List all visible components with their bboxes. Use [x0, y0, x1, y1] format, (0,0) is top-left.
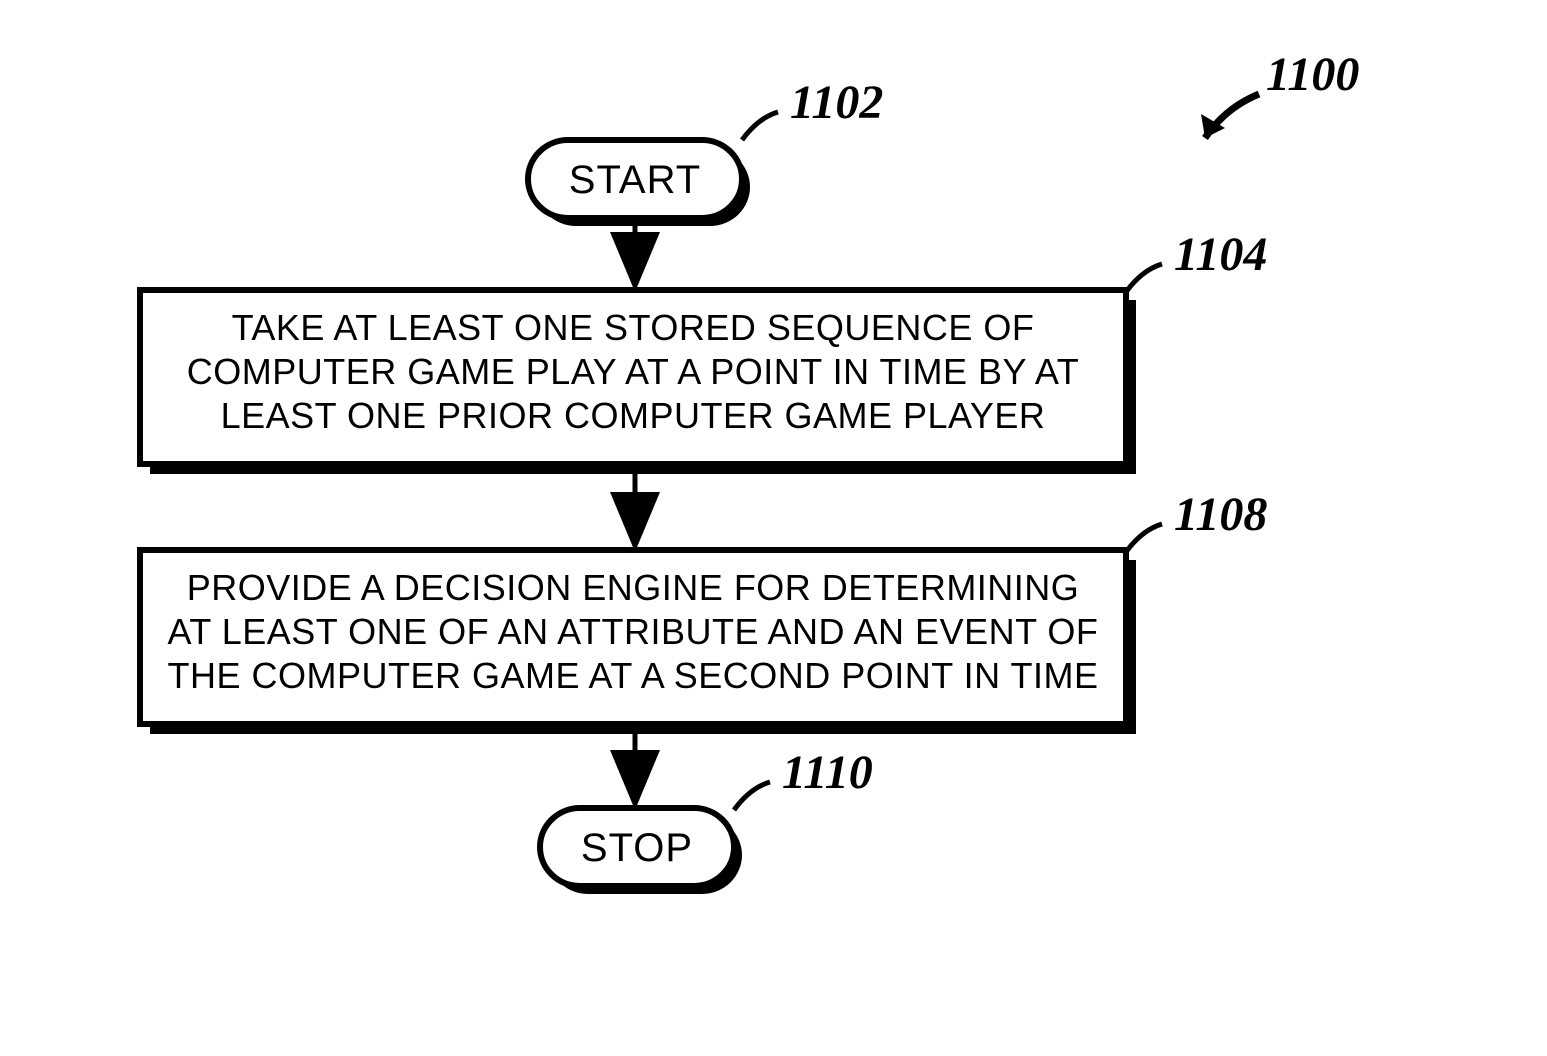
- start-label: START: [569, 158, 701, 202]
- step2-line3: THE COMPUTER GAME AT A SECOND POINT IN T…: [168, 655, 1099, 696]
- step1-line3: LEAST ONE PRIOR COMPUTER GAME PLAYER: [221, 395, 1046, 436]
- ref-stop: 1110: [782, 746, 873, 799]
- step1-node: TAKE AT LEAST ONE STORED SEQUENCE OF COM…: [140, 290, 1136, 474]
- ref-step1: 1104: [1174, 228, 1267, 281]
- stop-node: STOP: [540, 808, 742, 894]
- flowchart-diagram: START 1102 TAKE AT LEAST ONE STORED SEQU…: [0, 0, 1547, 1056]
- ref-step2: 1108: [1174, 488, 1267, 541]
- step1-line2: COMPUTER GAME PLAY AT A POINT IN TIME BY…: [187, 351, 1079, 392]
- step2-line2: AT LEAST ONE OF AN ATTRIBUTE AND AN EVEN…: [168, 611, 1099, 652]
- step1-line1: TAKE AT LEAST ONE STORED SEQUENCE OF: [232, 307, 1035, 348]
- step2-node: PROVIDE A DECISION ENGINE FOR DETERMININ…: [140, 550, 1136, 734]
- start-node: START: [528, 140, 750, 226]
- ref-overall: 1100: [1266, 48, 1359, 101]
- ref-start: 1102: [790, 76, 883, 129]
- ref-overall-arrow: [1201, 94, 1259, 138]
- stop-label: STOP: [581, 826, 693, 870]
- step2-line1: PROVIDE A DECISION ENGINE FOR DETERMININ…: [187, 567, 1080, 608]
